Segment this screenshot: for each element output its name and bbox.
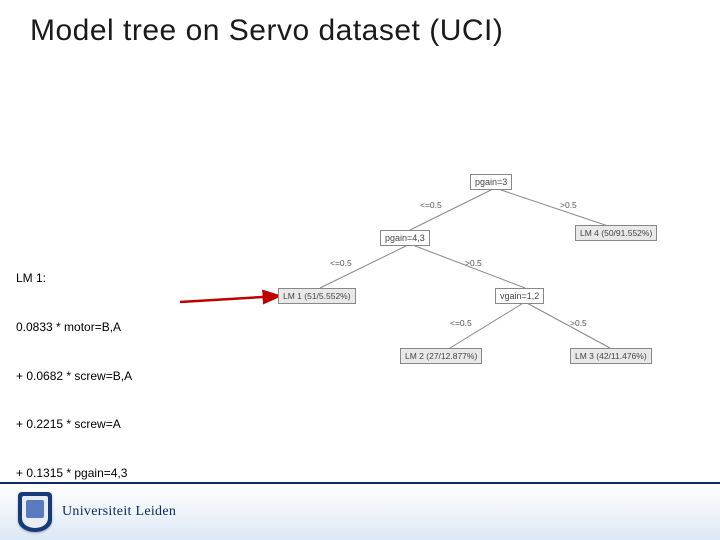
edge-label: <=0.5 [330,258,352,268]
footer-bar: Universiteit Leiden [0,482,720,540]
lm-line: + 0.0682 * screw=B,A [16,368,132,384]
lm-header: LM 1: [16,270,132,286]
university-name: Universiteit Leiden [62,504,176,520]
lm-line: + 0.1315 * pgain=4,3 [16,465,132,481]
slide-title: Model tree on Servo dataset (UCI) [30,14,503,48]
edge-label: >0.5 [560,200,577,210]
university-logo: Universiteit Leiden [18,492,176,532]
lm-line: + 0.2215 * screw=A [16,416,132,432]
lm-line: 0.0833 * motor=B,A [16,319,132,335]
model-tree-diagram: pgain=3 pgain=4,3 LM 4 (50/91.552%) LM 1… [280,170,710,400]
edge-label: <=0.5 [450,318,472,328]
tree-leaf-lm3: LM 3 (42/11.476%) [570,348,652,364]
tree-node: pgain=4,3 [380,230,430,246]
seal-icon [18,492,52,532]
edge-label: >0.5 [570,318,587,328]
tree-node-root: pgain=3 [470,174,512,190]
tree-leaf-lm1: LM 1 (51/5.552%) [278,288,356,304]
tree-leaf-lm4: LM 4 (50/91.552%) [575,225,657,241]
tree-leaf-lm2: LM 2 (27/12.877%) [400,348,482,364]
edge-label: <=0.5 [420,200,442,210]
tree-node: vgain=1,2 [495,288,544,304]
tree-edges [280,170,710,400]
edge-label: >0.5 [465,258,482,268]
arrow-icon [180,290,290,310]
